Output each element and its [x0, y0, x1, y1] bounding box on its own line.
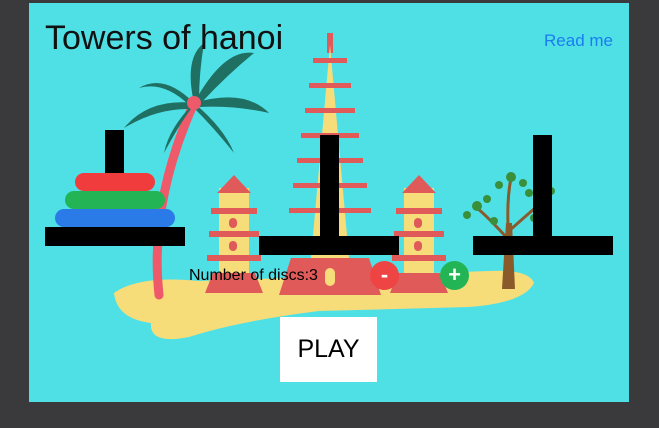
- game-screen: Towers of hanoi Read me Number of discs:…: [29, 3, 629, 402]
- increase-discs-button[interactable]: +: [440, 261, 469, 290]
- read-me-link[interactable]: Read me: [544, 31, 613, 51]
- disc-blue[interactable]: [55, 209, 175, 227]
- tower-right-pole[interactable]: [533, 135, 552, 240]
- page-title: Towers of hanoi: [45, 19, 284, 57]
- tower-middle-base[interactable]: [259, 236, 399, 255]
- decrease-discs-button[interactable]: -: [370, 261, 399, 290]
- disc-red[interactable]: [75, 173, 155, 191]
- tower-right-base[interactable]: [473, 236, 613, 255]
- tower-left-base[interactable]: [45, 227, 185, 246]
- disc-green[interactable]: [65, 191, 165, 209]
- disc-count-label: Number of discs:3: [189, 267, 318, 284]
- play-button[interactable]: PLAY: [280, 317, 377, 382]
- tower-middle-pole[interactable]: [320, 135, 339, 240]
